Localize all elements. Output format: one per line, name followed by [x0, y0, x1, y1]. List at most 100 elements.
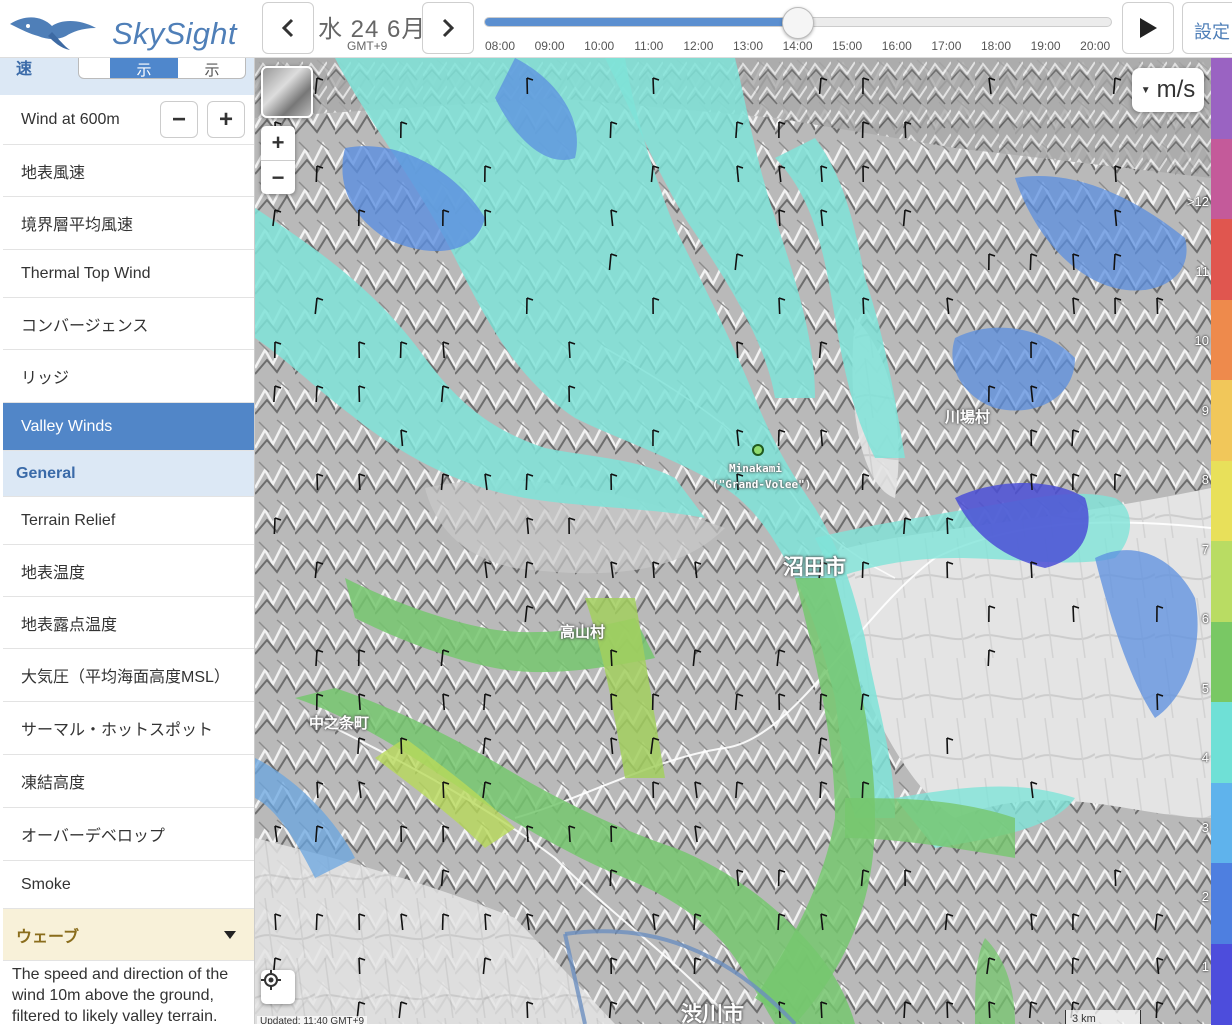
colorbar-segment	[1211, 139, 1232, 221]
toggle-label: 速	[16, 58, 32, 79]
site-marker-icon[interactable]	[753, 445, 763, 455]
wind-level-row: Wind at 600m − +	[3, 95, 254, 145]
time-tick-label[interactable]: 20:00	[1070, 39, 1120, 53]
colorbar-segment	[1211, 219, 1232, 301]
sidebar-item-dewpoint[interactable]: 地表露点温度	[3, 597, 254, 649]
wave-section-header[interactable]: ウェーブ	[3, 909, 254, 961]
legend-value-label: 5	[1202, 681, 1209, 696]
place-label-kawaba: 川場村	[945, 406, 990, 427]
forecast-map[interactable]: + − ▼ m/s 沼田市 高山村 中之条町 川場村 渋川市 Minakami …	[255, 58, 1211, 1024]
top-bar: SkySight 水 24 6月 GMT+9 08:0009:0010:0011…	[0, 0, 1232, 58]
eagle-icon	[8, 6, 104, 52]
legend-value-label: 8	[1202, 472, 1209, 487]
sidebar-item-thermal-hotspot[interactable]: サーマル・ホットスポット	[3, 702, 254, 755]
sidebar-item-smoke[interactable]: Smoke	[3, 861, 254, 909]
toggle-off-option[interactable]: 示	[178, 58, 246, 79]
colorbar-segment	[1211, 300, 1232, 382]
time-tick-label[interactable]: 12:00	[673, 39, 723, 53]
sidebar-item-surface-temp[interactable]: 地表温度	[3, 545, 254, 597]
colorbar-segment	[1211, 622, 1232, 704]
time-tick-label[interactable]: 16:00	[872, 39, 922, 53]
legend-value-label: 11	[1196, 264, 1210, 279]
time-tick-label[interactable]: 17:00	[921, 39, 971, 53]
sidebar-item-freezing-level[interactable]: 凍結高度	[3, 755, 254, 808]
time-tick-label[interactable]: 14:00	[773, 39, 823, 53]
legend-value-label: 7	[1202, 542, 1209, 557]
colorbar-segment	[1211, 461, 1232, 543]
legend-value-label: 9	[1202, 403, 1209, 418]
zoom-in-button[interactable]: +	[261, 126, 295, 160]
time-tick-label[interactable]: 10:00	[574, 39, 624, 53]
time-tick-label[interactable]: 11:00	[624, 39, 674, 53]
colorbar-segment	[1211, 863, 1232, 945]
time-tick-label[interactable]: 18:00	[971, 39, 1021, 53]
time-tick-label[interactable]: 13:00	[723, 39, 773, 53]
next-day-button[interactable]	[422, 2, 474, 54]
chevron-right-icon	[441, 18, 455, 38]
updated-timestamp: Updated: 11:40 GMT+9	[257, 1016, 367, 1024]
timezone-label: GMT+9	[347, 39, 387, 53]
marker-label: Minakami	[729, 462, 782, 475]
legend-value-label: 1	[1202, 959, 1209, 974]
previous-day-button[interactable]	[262, 2, 314, 54]
sidebar-item-valley-winds[interactable]: Valley Winds	[3, 403, 254, 451]
zoom-out-button[interactable]: −	[261, 160, 295, 194]
locate-me-button[interactable]	[261, 970, 295, 1004]
app-name: SkySight	[112, 16, 237, 52]
legend-value-label: 4	[1202, 750, 1209, 765]
settings-button[interactable]: 設定	[1182, 2, 1232, 54]
place-label-nakanojo: 中之条町	[309, 712, 369, 733]
caret-down-icon: ▼	[1141, 85, 1151, 96]
zoom-control: + −	[261, 126, 295, 194]
unit-selector[interactable]: ▼ m/s	[1132, 68, 1204, 112]
time-slider-thumb[interactable]	[782, 7, 814, 39]
sidebar-item-convergence[interactable]: コンバージェンス	[3, 298, 254, 350]
time-tick-label[interactable]: 19:00	[1021, 39, 1071, 53]
chevron-left-icon	[281, 18, 295, 38]
sidebar-item-pressure-msl[interactable]: 大気圧（平均海面高度MSL）	[3, 649, 254, 702]
display-toggle-row: 速 示 示	[0, 58, 255, 95]
play-button[interactable]	[1122, 2, 1174, 54]
sidebar-item-terrain-relief[interactable]: Terrain Relief	[3, 497, 254, 545]
map-canvas	[255, 58, 1211, 1024]
place-label-takayama: 高山村	[560, 621, 605, 642]
legend-value-label: 10	[1195, 333, 1209, 348]
general-section-header[interactable]: General	[3, 451, 254, 497]
wind-level-label: Wind at 600m	[21, 111, 120, 129]
place-label-shibukawa: 渋川市	[681, 998, 744, 1024]
layer-sidebar: 速 示 示 Wind at 600m − + 地表風速 境界層平均風速 Ther…	[0, 58, 255, 1024]
sidebar-item-bl-avg-wind[interactable]: 境界層平均風速	[3, 197, 254, 250]
scale-bar: 3 km	[1065, 1010, 1141, 1024]
time-slider-fill	[485, 18, 799, 26]
colorbar-segment	[1211, 944, 1232, 1025]
layer-description: The speed and direction of the wind 10m …	[12, 964, 244, 1024]
colorbar-segment	[1211, 58, 1232, 140]
sidebar-item-ridge[interactable]: リッジ	[3, 350, 254, 403]
place-label-numata: 沼田市	[783, 551, 846, 581]
legend-value-label: 2	[1202, 889, 1209, 904]
sidebar-item-overdevelopment[interactable]: オーバーデベロップ	[3, 808, 254, 861]
legend-value-label: 3	[1202, 820, 1209, 835]
unit-label: m/s	[1157, 76, 1196, 104]
sidebar-item-surface-wind[interactable]: 地表風速	[3, 145, 254, 197]
colorbar-segment	[1211, 541, 1232, 623]
time-tick-label[interactable]: 09:00	[525, 39, 575, 53]
time-tick-label[interactable]: 08:00	[475, 39, 525, 53]
crosshair-icon	[261, 970, 281, 990]
legend-value-label: >12	[1187, 194, 1209, 209]
increase-level-button[interactable]: +	[207, 101, 245, 138]
skysight-logo[interactable]: SkySight	[8, 6, 248, 52]
basemap-layer-button[interactable]	[261, 66, 313, 118]
sidebar-item-thermal-top-wind[interactable]: Thermal Top Wind	[3, 250, 254, 298]
time-tick-label[interactable]: 15:00	[822, 39, 872, 53]
toggle-on-option[interactable]: 示	[110, 58, 178, 79]
speed-colorbar	[1211, 58, 1232, 1024]
legend-value-label: 6	[1202, 611, 1209, 626]
display-toggle: 示 示	[78, 58, 246, 79]
marker-sublabel: ("Grand-Volee")	[712, 478, 811, 491]
play-icon	[1137, 16, 1159, 40]
colorbar-segment	[1211, 783, 1232, 865]
decrease-level-button[interactable]: −	[160, 101, 198, 138]
wave-section-label: ウェーブ	[16, 923, 79, 947]
colorbar-segment	[1211, 380, 1232, 462]
